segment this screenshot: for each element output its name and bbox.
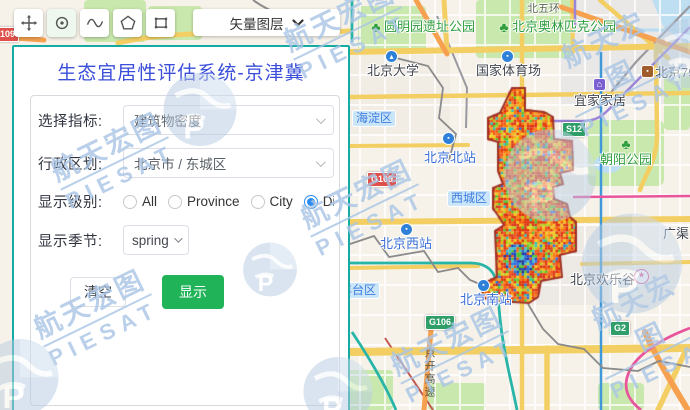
level-radio-group: All Province City District xyxy=(123,194,334,209)
season-label: 显示季节: xyxy=(38,233,103,250)
indicator-label: 选择指标: xyxy=(38,113,103,130)
page-title: 生态宜居性评估系统-京津冀 xyxy=(57,63,305,84)
polygon-icon xyxy=(119,15,136,30)
radio-option-district[interactable]: District xyxy=(303,194,334,209)
chevron-down-icon xyxy=(291,18,304,27)
layer-type-dropdown[interactable]: 矢量图层 xyxy=(193,9,340,36)
indicator-row: 选择指标: 建筑物密度 xyxy=(38,105,334,135)
layer-type-label: 矢量图层 xyxy=(229,16,284,32)
indicator-value: 建筑物密度 xyxy=(134,114,202,129)
season-value: spring xyxy=(132,232,169,248)
location-tool-button[interactable] xyxy=(47,9,76,37)
pan-icon xyxy=(20,14,37,32)
polygon-tool-button[interactable] xyxy=(113,9,142,37)
curve-icon xyxy=(86,18,103,28)
radio-icon xyxy=(168,194,183,209)
chevron-down-icon xyxy=(315,156,326,167)
rectangle-tool-button[interactable] xyxy=(146,9,175,37)
chevron-down-icon xyxy=(174,234,183,243)
evaluation-panel: 生态宜居性评估系统-京津冀 选择指标: 建筑物密度 行政区划: 北京市 / 东城… xyxy=(12,45,350,410)
map-toolbar xyxy=(14,9,175,37)
radio-option-province[interactable]: Province xyxy=(168,194,240,209)
region-select[interactable]: 北京市 / 东城区 xyxy=(123,148,334,178)
radio-icon xyxy=(303,194,318,209)
level-label: 显示级别: xyxy=(38,195,103,211)
app-screen: 北五环 ♣ 圆明园遗址公园 ♣ 北京奥林匹克公园 ▴ 北京大学 ▪ 国家体育场 ⌂ 宜家家居 ▪ 北京7… xyxy=(0,0,690,410)
chevron-down-icon xyxy=(315,113,326,124)
region-label: 行政区划: xyxy=(38,156,103,173)
form-fieldset: 选择指标: 建筑物密度 行政区划: 北京市 / 东城区 显示级别: All Pr… xyxy=(30,95,340,406)
season-row: 显示季节: spring xyxy=(38,225,334,255)
curve-tool-button[interactable] xyxy=(80,9,109,37)
level-row: 显示级别: All Province City D xyxy=(38,191,334,212)
radio-icon xyxy=(123,194,137,209)
radio-option-all[interactable]: All xyxy=(123,194,157,209)
rectangle-icon xyxy=(154,17,167,29)
show-button[interactable]: 显示 xyxy=(162,275,224,309)
location-icon xyxy=(55,16,68,30)
clear-button[interactable]: 清空 xyxy=(70,277,126,307)
region-value: 北京市 / 东城区 xyxy=(134,157,227,172)
heatmap-overlay xyxy=(470,80,590,310)
region-row: 行政区划: 北京市 / 东城区 xyxy=(38,148,334,178)
button-row: 清空 显示 xyxy=(38,275,334,309)
radio-option-city[interactable]: City xyxy=(250,194,293,209)
radio-icon xyxy=(250,194,265,209)
indicator-select[interactable]: 建筑物密度 xyxy=(123,105,334,135)
pan-tool-button[interactable] xyxy=(14,9,43,37)
season-select[interactable]: spring xyxy=(123,225,189,255)
